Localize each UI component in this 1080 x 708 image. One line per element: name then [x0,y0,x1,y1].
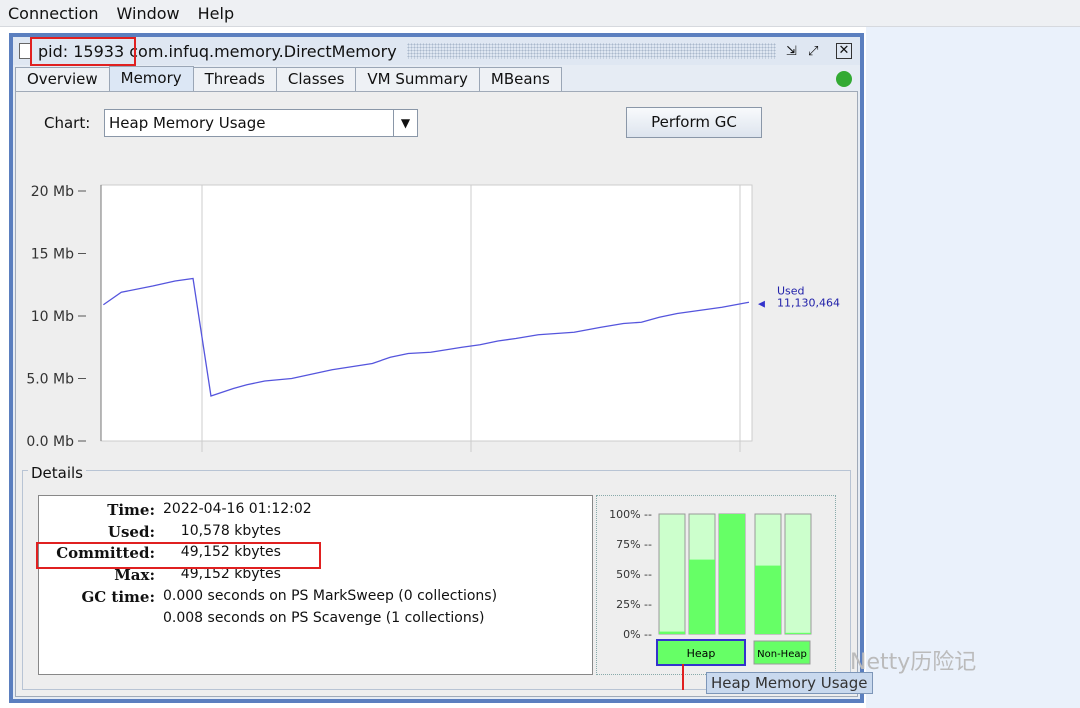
tooltip: Heap Memory Usage [706,672,873,694]
chart-select-value: Heap Memory Usage [109,114,266,132]
internal-window: pid: 15933 com.infuq.memory.DirectMemory… [9,33,864,703]
detail-value: 49,152 kbytes [163,566,281,583]
pool-bar-bg [658,513,686,635]
y-tick-label: 10 Mb [31,309,74,325]
process-name: com.infuq.memory.DirectMemory [129,41,397,61]
title-grip [406,43,776,59]
tab-bar: Overview Memory Threads Classes VM Summa… [15,66,562,92]
memory-panel: Chart: Heap Memory Usage ▼ Perform GC 0.0… [15,91,858,697]
menu-window[interactable]: Window [117,4,180,23]
pool-tick-label: 75% -- [616,538,652,551]
red-arrow [682,664,684,690]
chevron-down-icon[interactable]: ▼ [393,110,417,136]
detail-key: Time: [107,501,155,519]
pool-bar-fill [785,632,811,634]
detail-row: Time: 2022-04-16 01:12:02 [39,501,312,523]
detail-value: 0.008 seconds on PS Scavenge (1 collecti… [163,609,485,626]
pool-bar-fill [719,514,745,634]
tab-mbeans[interactable]: MBeans [478,67,562,91]
desktop-background [866,27,1080,708]
menu-bar: Connection Window Help [0,0,1080,27]
y-tick-label: 0.0 Mb [26,434,74,450]
chart-select[interactable]: Heap Memory Usage ▼ [104,109,418,137]
watermark: Netty历险记 [850,650,977,675]
details-info: Time: 2022-04-16 01:12:02 Used: 10,578 kby… [38,495,593,675]
tab-threads[interactable]: Threads [192,67,277,91]
pool-bar-fill [689,559,715,634]
highlight-pid [30,37,136,66]
pool-tick-label: 0% -- [623,628,652,641]
detail-row: Max: 49,152 kbytes [39,566,281,588]
pool-bar-fill [755,565,781,634]
menu-connection[interactable]: Connection [8,4,99,23]
pool-tick-label: 100% -- [609,508,652,521]
details-title: Details [28,464,87,482]
heap-label: Heap [687,647,716,660]
detail-value: 2022-04-16 01:12:02 [163,501,312,517]
close-icon[interactable]: ✕ [836,43,852,59]
maximize-icon[interactable]: ⤢ [808,44,830,59]
tab-classes[interactable]: Classes [275,67,357,91]
tab-memory[interactable]: Memory [108,66,194,92]
chart-label: Chart: [44,114,91,132]
detail-key: Max: [114,566,155,585]
highlight-committed [36,542,321,569]
memory-chart: 0.0 Mb5.0 Mb10 Mb15 Mb20 Mb01:1001:1101:… [26,184,840,452]
detail-row: 0.008 seconds on PS Scavenge (1 collecti… [39,610,485,632]
detail-key: GC time: [81,587,155,606]
y-tick-label: 15 Mb [31,247,74,263]
legend-value: 11,130,464 [777,296,840,309]
memory-pools-panel: 0% -- 25% -- 50% -- 75% -- 100% -- Heap Non-He… [596,495,836,675]
menu-help[interactable]: Help [198,4,234,23]
detail-row: GC time: 0.000 seconds on PS MarkSweep (0… [39,588,497,610]
minimize-icon[interactable]: ⇲ [786,44,802,59]
pool-bar-fill [659,631,685,634]
perform-gc-button[interactable]: Perform GC [626,107,762,138]
detail-key [39,610,155,632]
y-tick-label: 20 Mb [31,184,74,200]
legend-marker: ◀ [758,299,765,309]
non-heap-label: Non-Heap [757,649,807,660]
pool-tick-label: 50% -- [616,568,652,581]
connection-status-icon [836,71,852,87]
tab-overview[interactable]: Overview [15,67,110,91]
detail-value: 0.000 seconds on PS MarkSweep (0 collect… [163,587,498,604]
window-titlebar[interactable]: pid: 15933 com.infuq.memory.DirectMemory… [13,37,860,65]
pool-bar-bg [784,513,812,635]
pool-tick-label: 25% -- [616,598,652,611]
y-tick-label: 5.0 Mb [26,372,74,388]
tab-vm-summary[interactable]: VM Summary [355,67,480,91]
